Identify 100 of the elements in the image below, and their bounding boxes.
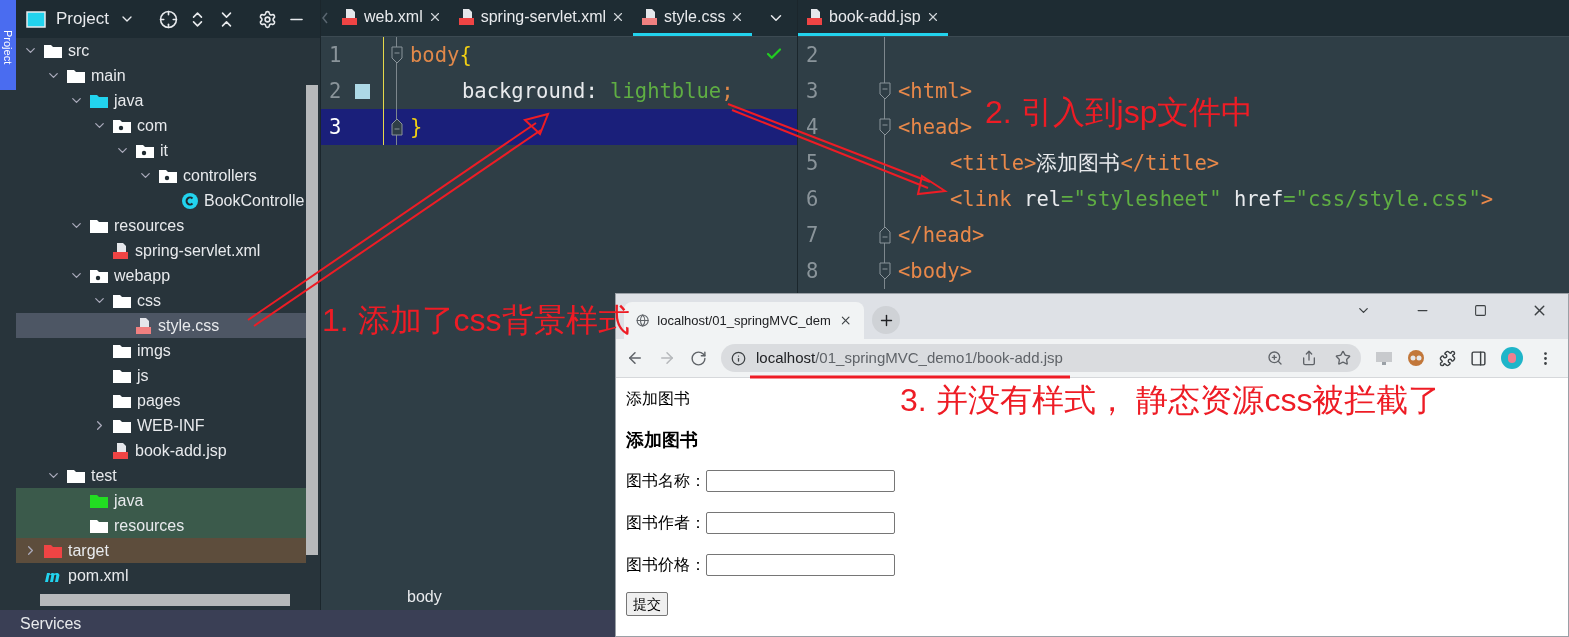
- field-label: 图书作者：: [626, 512, 706, 534]
- tree-item-label: main: [91, 65, 126, 86]
- code-line: <title>添加图书</title>: [949, 149, 1220, 177]
- tree-item-label: pom.xml: [68, 565, 129, 586]
- tree-item[interactable]: java: [16, 488, 306, 513]
- file-icon: [641, 7, 660, 26]
- reload-icon[interactable]: [690, 349, 707, 367]
- panel-title[interactable]: Project: [56, 6, 109, 32]
- tab-title: localhost/01_springMVC_dem: [657, 311, 831, 330]
- editor-tab[interactable]: spring-servlet.xml: [449, 0, 634, 36]
- bookmark-star-icon[interactable]: [1335, 350, 1351, 366]
- tree-item-label: WEB-INF: [137, 415, 205, 436]
- tree-item[interactable]: webapp: [16, 263, 306, 288]
- info-icon[interactable]: [731, 350, 746, 366]
- side-panel-icon[interactable]: [1470, 349, 1487, 367]
- fold-marker-icon[interactable]: [391, 118, 403, 136]
- tree-item-label: resources: [114, 515, 185, 536]
- settings-icon[interactable]: [257, 9, 277, 29]
- fold-marker-icon[interactable]: [879, 82, 891, 100]
- fold-marker-icon[interactable]: [391, 46, 403, 64]
- maximize-icon[interactable]: [1474, 303, 1487, 317]
- scrollbar[interactable]: [40, 594, 290, 606]
- folder-icon: [89, 492, 109, 509]
- folder-icon: [66, 67, 86, 84]
- annotation: 2. 引入到jsp文件中: [985, 93, 1254, 132]
- tree-item[interactable]: BookControlle: [16, 188, 306, 213]
- tree-item[interactable]: js: [16, 363, 306, 388]
- line-number: 5: [805, 149, 820, 177]
- package-icon: [158, 167, 178, 184]
- submit-button[interactable]: 提交: [626, 592, 668, 616]
- tree-item[interactable]: java: [16, 88, 306, 113]
- text-field[interactable]: [706, 470, 895, 492]
- folder-icon: [43, 542, 63, 559]
- extension-icon[interactable]: [1407, 349, 1425, 367]
- line-number: 2: [328, 77, 343, 105]
- package-icon: [112, 117, 132, 134]
- code-line: <html>: [898, 77, 973, 105]
- back-icon[interactable]: [626, 349, 644, 367]
- breadcrumb[interactable]: body: [407, 585, 442, 609]
- tree-item-label: book-add.jsp: [135, 440, 227, 461]
- new-tab-button[interactable]: [872, 306, 900, 334]
- tree-item-label: js: [137, 365, 149, 386]
- tree-item[interactable]: test: [16, 463, 306, 488]
- line-number: 8: [805, 257, 820, 285]
- services-tab[interactable]: Services: [20, 611, 82, 636]
- tree-item[interactable]: css: [16, 288, 306, 313]
- tree-item-label: spring-servlet.xml: [135, 240, 261, 261]
- locate-icon[interactable]: [158, 9, 178, 29]
- tree-item[interactable]: style.css: [16, 313, 306, 338]
- folder-icon: [112, 342, 132, 359]
- annotation: 3. 并没有样式， 静态资源css被拦截了: [900, 381, 1441, 420]
- fold-marker-icon[interactable]: [879, 262, 891, 280]
- tree-item[interactable]: pages: [16, 388, 306, 413]
- tree-item[interactable]: WEB-INF: [16, 413, 306, 438]
- tree-item[interactable]: pom.xml: [16, 563, 306, 588]
- scrollbar[interactable]: [306, 85, 318, 555]
- tree-item-label: src: [68, 40, 90, 61]
- text-field[interactable]: [706, 554, 895, 576]
- folder-icon: [89, 517, 109, 534]
- fold-marker-icon[interactable]: [879, 118, 891, 136]
- editor-tab[interactable]: book-add.jsp: [798, 0, 948, 36]
- project-side-tab[interactable]: Project: [0, 0, 16, 90]
- tree-item-label: java: [114, 90, 144, 111]
- tree-item-label: com: [137, 115, 168, 136]
- tree-item[interactable]: main: [16, 63, 306, 88]
- code-line: body{: [410, 41, 472, 69]
- tree-item[interactable]: resources: [16, 213, 306, 238]
- tree-item-label: imgs: [137, 340, 171, 361]
- text-field[interactable]: [706, 512, 895, 534]
- folder-icon: [112, 292, 132, 309]
- jsp-file-icon: [112, 441, 130, 460]
- tree-item[interactable]: spring-servlet.xml: [16, 238, 306, 263]
- folder-icon: [112, 367, 132, 384]
- code-line: background: lightblue;: [461, 77, 734, 105]
- tree-item[interactable]: book-add.jsp: [16, 438, 306, 463]
- tree-item-label: style.css: [158, 315, 220, 336]
- window-icon: [26, 10, 46, 28]
- tree-item[interactable]: target: [16, 538, 306, 563]
- line-number: 6: [805, 185, 820, 213]
- tree-item-label: webapp: [114, 265, 171, 286]
- line-number: 1: [328, 41, 343, 69]
- file-icon: [457, 7, 476, 26]
- tree-item[interactable]: resources: [16, 513, 306, 538]
- fold-marker-icon[interactable]: [879, 226, 891, 244]
- line-number: 4: [805, 113, 820, 141]
- editor-tab[interactable]: web.xml: [333, 0, 450, 36]
- tab-label: web.xml: [364, 6, 423, 27]
- tree-item[interactable]: it: [16, 138, 306, 163]
- tree-item[interactable]: imgs: [16, 338, 306, 363]
- editor-tab[interactable]: style.css: [633, 0, 753, 36]
- tab-label: spring-servlet.xml: [480, 6, 607, 27]
- address-bar[interactable]: localhost/01_springMVC_demo1/book-add.jsp: [721, 344, 1361, 372]
- tree-item-label: test: [91, 465, 117, 486]
- zoom-icon[interactable]: [1267, 350, 1283, 366]
- share-icon[interactable]: [1301, 350, 1317, 366]
- puzzle-icon[interactable]: [1439, 349, 1456, 367]
- tree-item[interactable]: com: [16, 113, 306, 138]
- tree-item[interactable]: controllers: [16, 163, 306, 188]
- tree-item-label: it: [160, 140, 168, 161]
- tree-item[interactable]: src: [16, 38, 306, 63]
